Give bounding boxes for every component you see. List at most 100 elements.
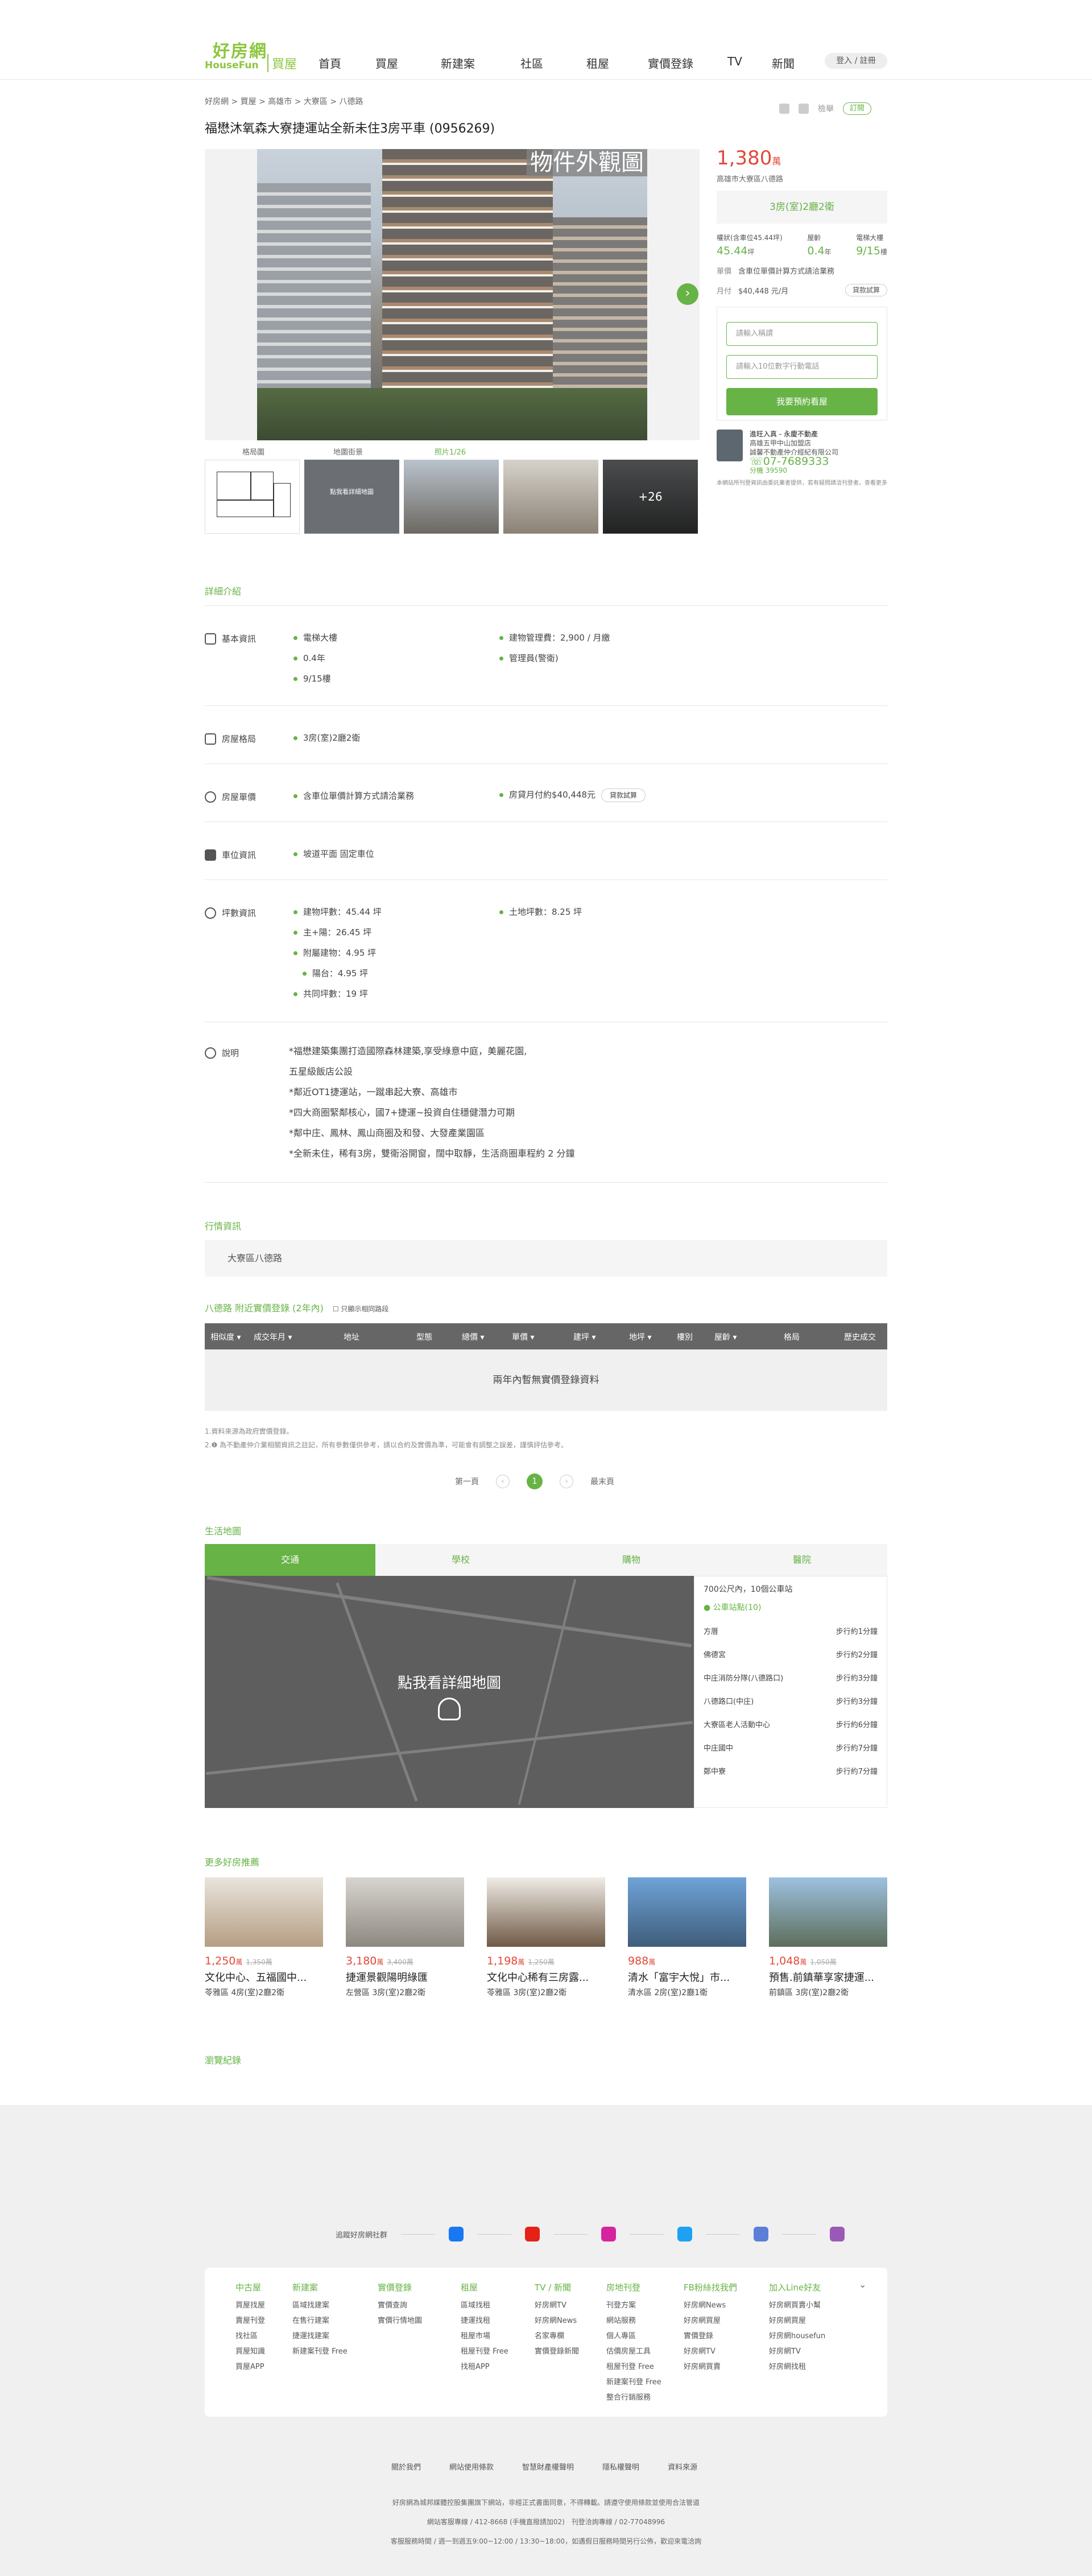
row-desc: 說明 xyxy=(205,1047,239,1059)
site-logo[interactable]: 好房網 HouseFun 買屋 xyxy=(205,43,307,75)
nav-home[interactable]: 首頁 xyxy=(318,55,375,71)
link-icon[interactable] xyxy=(799,104,809,114)
thumb-label-floorplan: 格局圖 xyxy=(242,448,265,457)
facebook-icon[interactable] xyxy=(779,104,789,114)
reco-card[interactable]: 1,198萬 1,250萬 文化中心稀有三房露... 苓雅區 3房(室)2廳2衛 xyxy=(487,1877,605,1998)
section-detail: 詳細介紹 xyxy=(205,586,242,597)
follow-button[interactable]: 訂閱 xyxy=(843,102,871,115)
footer-col: 新建案 區域找建案 在售行建案 捷運找建案 新建案刊登 Free xyxy=(292,2282,348,2356)
col-address: 地址 xyxy=(344,1333,359,1342)
thumb-photo-more[interactable]: +26 xyxy=(603,460,698,534)
phone-field[interactable]: 請輸入10位數字行動電話 xyxy=(726,355,878,379)
footer-link[interactable]: 智慧財產權聲明 xyxy=(522,2461,574,2472)
nav-news[interactable]: 新聞 xyxy=(772,55,806,71)
list-item: 佛德宮 步行約2分鐘 xyxy=(704,1651,878,1659)
main-photo[interactable]: 物件外觀圖 xyxy=(257,149,647,440)
nav-buy[interactable]: 買屋 xyxy=(375,55,441,71)
more-count: +26 xyxy=(603,460,698,534)
footer-col: FB粉絲找我們 好房網News 好房網買屋 實價登錄 好房網TV 好房網買賣 xyxy=(684,2282,737,2371)
photo-tag: 物件外觀圖 xyxy=(527,149,647,176)
twitter-icon[interactable] xyxy=(677,2227,693,2241)
youtube-icon[interactable] xyxy=(525,2227,540,2241)
table-title: 八德路 附近實價登錄 (2年內) ☐ 只顯示相同路段 xyxy=(205,1303,389,1314)
life-map[interactable]: 點我看詳細地圖 xyxy=(205,1576,694,1808)
dollar-icon xyxy=(205,791,216,803)
table-notes: 1.資料來源為政府實價登錄。 2.❶ 為不動產仲介業相關資訊之註記，所有參數僅供參… xyxy=(205,1427,568,1449)
gallery-next-button[interactable]: › xyxy=(677,283,698,305)
thumb-map[interactable]: 點我看詳細地圖 xyxy=(304,460,399,534)
col-unit[interactable]: 單價 ▾ xyxy=(512,1331,534,1343)
thumb-photo-1[interactable] xyxy=(404,460,499,534)
reco-card[interactable]: 1,250萬 1,350萬 文化中心、五福國中... 苓雅區 4房(室)2廳2衛 xyxy=(205,1877,323,1998)
stat-floor: 電梯大樓 9/15樓 xyxy=(856,234,887,257)
podcast-icon[interactable] xyxy=(830,2227,845,2241)
thumb-label-map: 地圖街景 xyxy=(333,448,363,457)
tab-school[interactable]: 學校 xyxy=(375,1544,546,1576)
nav-price[interactable]: 實價登錄 xyxy=(648,55,727,71)
app-icon[interactable] xyxy=(754,2227,769,2241)
col-total[interactable]: 總價 ▾ xyxy=(462,1331,484,1343)
table-empty: 兩年內暫無實價登錄資料 xyxy=(205,1349,887,1411)
poi-category[interactable]: ● 公車站點(10) xyxy=(704,1601,878,1613)
tab-transit[interactable]: 交通 xyxy=(205,1544,375,1576)
nav-community[interactable]: 社區 xyxy=(520,55,586,71)
first-page-link[interactable]: 第一頁 xyxy=(455,1476,479,1487)
book-viewing-button[interactable]: 我要預約看屋 xyxy=(726,388,878,415)
report-link[interactable]: 檢舉 xyxy=(818,103,834,114)
top-bar: 好房網 HouseFun 買屋 首頁 買屋 新建案 社區 租屋 實價登錄 TV … xyxy=(0,0,1092,80)
area-building: 建物坪數：45.44 坪 xyxy=(293,906,382,918)
chevron-down-icon[interactable]: ⌄ xyxy=(859,2279,866,2290)
col-building-area[interactable]: 建坪 ▾ xyxy=(573,1331,595,1343)
photo-gallery[interactable]: 物件外觀圖 › xyxy=(205,149,700,440)
row-parking: 車位資訊 xyxy=(205,849,256,861)
col-age[interactable]: 屋齡 ▾ xyxy=(714,1331,737,1343)
basic-guard: 管理員(警衛) xyxy=(499,652,559,664)
agent-phone[interactable]: ☏07-7689333 xyxy=(750,456,838,467)
facebook-icon[interactable] xyxy=(449,2227,464,2241)
copyright: 好房網為城邦媒體控股集團旗下網站，非經正式書面同意，不得轉載。請遵守使用條款並使… xyxy=(390,2499,702,2545)
thumb-label-photos: 照片1/26 xyxy=(435,448,466,457)
col-date[interactable]: 成交年月 ▾ xyxy=(254,1331,292,1343)
reco-card[interactable]: 1,048萬 1,050萬 預售.前鎮華享家捷運... 前鎮區 3房(室)2廳2衛 xyxy=(769,1877,887,1998)
detail-calc-button[interactable]: 貸款試算 xyxy=(601,789,646,802)
loan-calc-button[interactable]: 貸款試算 xyxy=(845,284,887,296)
parking-icon xyxy=(205,849,216,861)
thumb-photo-2[interactable] xyxy=(503,460,598,534)
list-item: 方厝 步行約1分鐘 xyxy=(704,1628,878,1636)
footer-link[interactable]: 資料來源 xyxy=(668,2461,697,2472)
tab-hospital[interactable]: 醫院 xyxy=(717,1544,887,1576)
login-button[interactable]: 登入 / 註冊 xyxy=(825,53,887,69)
footer-col: 實價登錄 實價查詢 實價行情地圖 xyxy=(378,2282,423,2325)
col-land-area[interactable]: 地坪 ▾ xyxy=(629,1331,651,1343)
col-type: 型態 xyxy=(416,1333,432,1342)
footer-link[interactable]: 隱私權聲明 xyxy=(602,2461,639,2472)
col-layout: 格局 xyxy=(784,1333,800,1342)
life-tabs: 交通 學校 購物 醫院 xyxy=(205,1544,887,1576)
name-field[interactable]: 請輸入稱謂 xyxy=(726,322,878,346)
pagination: 第一頁 ‹ 1 › 最末頁 xyxy=(455,1473,614,1489)
thumb-floorplan[interactable] xyxy=(205,460,300,534)
basic-age: 0.4年 xyxy=(293,652,325,664)
nav-tv[interactable]: TV xyxy=(727,55,772,71)
reco-card[interactable]: 3,180萬 3,400萬 捷運景觀陽明綠匯 左營區 3房(室)2廳2衛 xyxy=(346,1877,464,1998)
price-value: 含車位單價計算方式請洽業務 xyxy=(293,790,414,802)
same-road-toggle[interactable]: 只顯示相同路段 xyxy=(341,1305,388,1313)
col-similarity[interactable]: 相似度 ▾ xyxy=(210,1331,241,1343)
breadcrumb[interactable]: 好房網 > 買屋 > 高雄市 > 大寮區 > 八德路 xyxy=(205,96,363,107)
nav-new[interactable]: 新建案 xyxy=(441,55,520,71)
tab-shopping[interactable]: 購物 xyxy=(546,1544,717,1576)
footer-col: TV / 新聞 好房網TV 好房網News 名家專欄 實價登錄新聞 xyxy=(535,2282,580,2356)
prev-page-icon[interactable]: ‹ xyxy=(496,1475,510,1488)
reco-card[interactable]: 988萬 清水「富宇大悅」市... 清水區 2房(室)2廳1衛 xyxy=(628,1877,746,1998)
page-1[interactable]: 1 xyxy=(527,1473,543,1489)
next-page-icon[interactable]: › xyxy=(560,1475,573,1488)
instagram-icon[interactable] xyxy=(601,2227,617,2241)
nav-rent[interactable]: 租屋 xyxy=(586,55,648,71)
section-reco: 更多好房推薦 xyxy=(205,1857,260,1868)
footer-link[interactable]: 關於我們 xyxy=(391,2461,421,2472)
area-icon xyxy=(205,907,216,919)
footer-link[interactable]: 網站使用條款 xyxy=(449,2461,494,2472)
page-title: 福懋沐氧森大寮捷運站全新未住3房平車 (0956269) xyxy=(205,122,495,136)
poi-list: 700公尺內，10個公車站 ● 公車站點(10) 方厝 步行約1分鐘 佛德宮 步行約… xyxy=(694,1576,887,1808)
last-page-link[interactable]: 最末頁 xyxy=(590,1476,614,1487)
